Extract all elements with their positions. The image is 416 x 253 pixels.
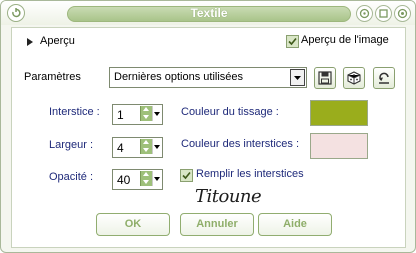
window-title: Textile (190, 6, 228, 20)
random-button[interactable] (343, 67, 365, 89)
fill-gaps-checkbox[interactable] (180, 169, 193, 182)
close-button[interactable] (394, 5, 411, 22)
interstice-value: 1 (117, 108, 124, 122)
opacite-value: 40 (117, 173, 131, 187)
dice-icon (347, 71, 361, 85)
interstice-dropdown[interactable] (152, 106, 161, 121)
interstice-stepper[interactable] (140, 106, 152, 121)
reset-icon (379, 72, 389, 84)
help-icon (359, 8, 370, 19)
params-label: Paramètres (24, 71, 81, 83)
title-bar: Textile (1, 1, 415, 25)
checkmark-icon (288, 37, 297, 46)
interstice-spinbox[interactable]: 1 (112, 104, 163, 125)
preview-toggle-label[interactable]: Aperçu (40, 35, 75, 47)
weave-color-swatch[interactable] (310, 100, 368, 126)
image-preview-checkbox[interactable] (286, 35, 299, 48)
help-button[interactable] (356, 5, 373, 22)
system-menu-button[interactable] (7, 4, 25, 22)
largeur-stepper[interactable] (140, 139, 152, 154)
opacite-label: Opacité : (49, 171, 94, 183)
minimize-icon (379, 9, 388, 18)
preset-select[interactable]: Dernières options utilisées (109, 67, 307, 88)
expand-arrow-icon[interactable] (27, 38, 33, 46)
weave-color-label: Couleur du tissage : (181, 106, 279, 118)
opacite-dropdown[interactable] (152, 171, 161, 186)
opacite-spinbox[interactable]: 40 (112, 169, 163, 190)
opacite-stepper[interactable] (140, 171, 152, 186)
minimize-button[interactable] (375, 5, 392, 22)
checkmark-icon (182, 171, 191, 180)
reset-button[interactable] (373, 67, 395, 89)
fill-gaps-label[interactable]: Remplir les interstices (196, 168, 304, 180)
help-dialog-button[interactable]: Aide (258, 213, 332, 236)
dropdown-arrow-icon (294, 76, 301, 80)
gap-color-swatch[interactable] (310, 133, 368, 159)
largeur-value: 4 (117, 141, 124, 155)
preset-select-value: Dernières options utilisées (114, 71, 244, 83)
save-preset-button[interactable] (314, 67, 336, 89)
interstice-label: Interstice : (49, 106, 100, 118)
dialog-content: Aperçu Aperçu de l'image Paramètres Dern… (11, 27, 406, 248)
largeur-spinbox[interactable]: 4 (112, 137, 163, 158)
image-preview-label[interactable]: Aperçu de l'image (301, 34, 389, 46)
cancel-button[interactable]: Annuler (180, 213, 254, 236)
gap-color-label: Couleur des interstices : (181, 138, 299, 150)
ok-button[interactable]: OK (96, 213, 170, 236)
save-icon (318, 71, 332, 85)
signature-watermark: Titoune (195, 186, 262, 207)
close-icon (397, 8, 408, 19)
largeur-dropdown[interactable] (152, 139, 161, 154)
restore-icon (12, 8, 21, 18)
dropdown-arrow-button[interactable] (290, 69, 305, 86)
dialog-window: Textile Aperçu Aperçu de l'image Paramèt… (0, 0, 416, 253)
largeur-label: Largeur : (49, 139, 94, 151)
